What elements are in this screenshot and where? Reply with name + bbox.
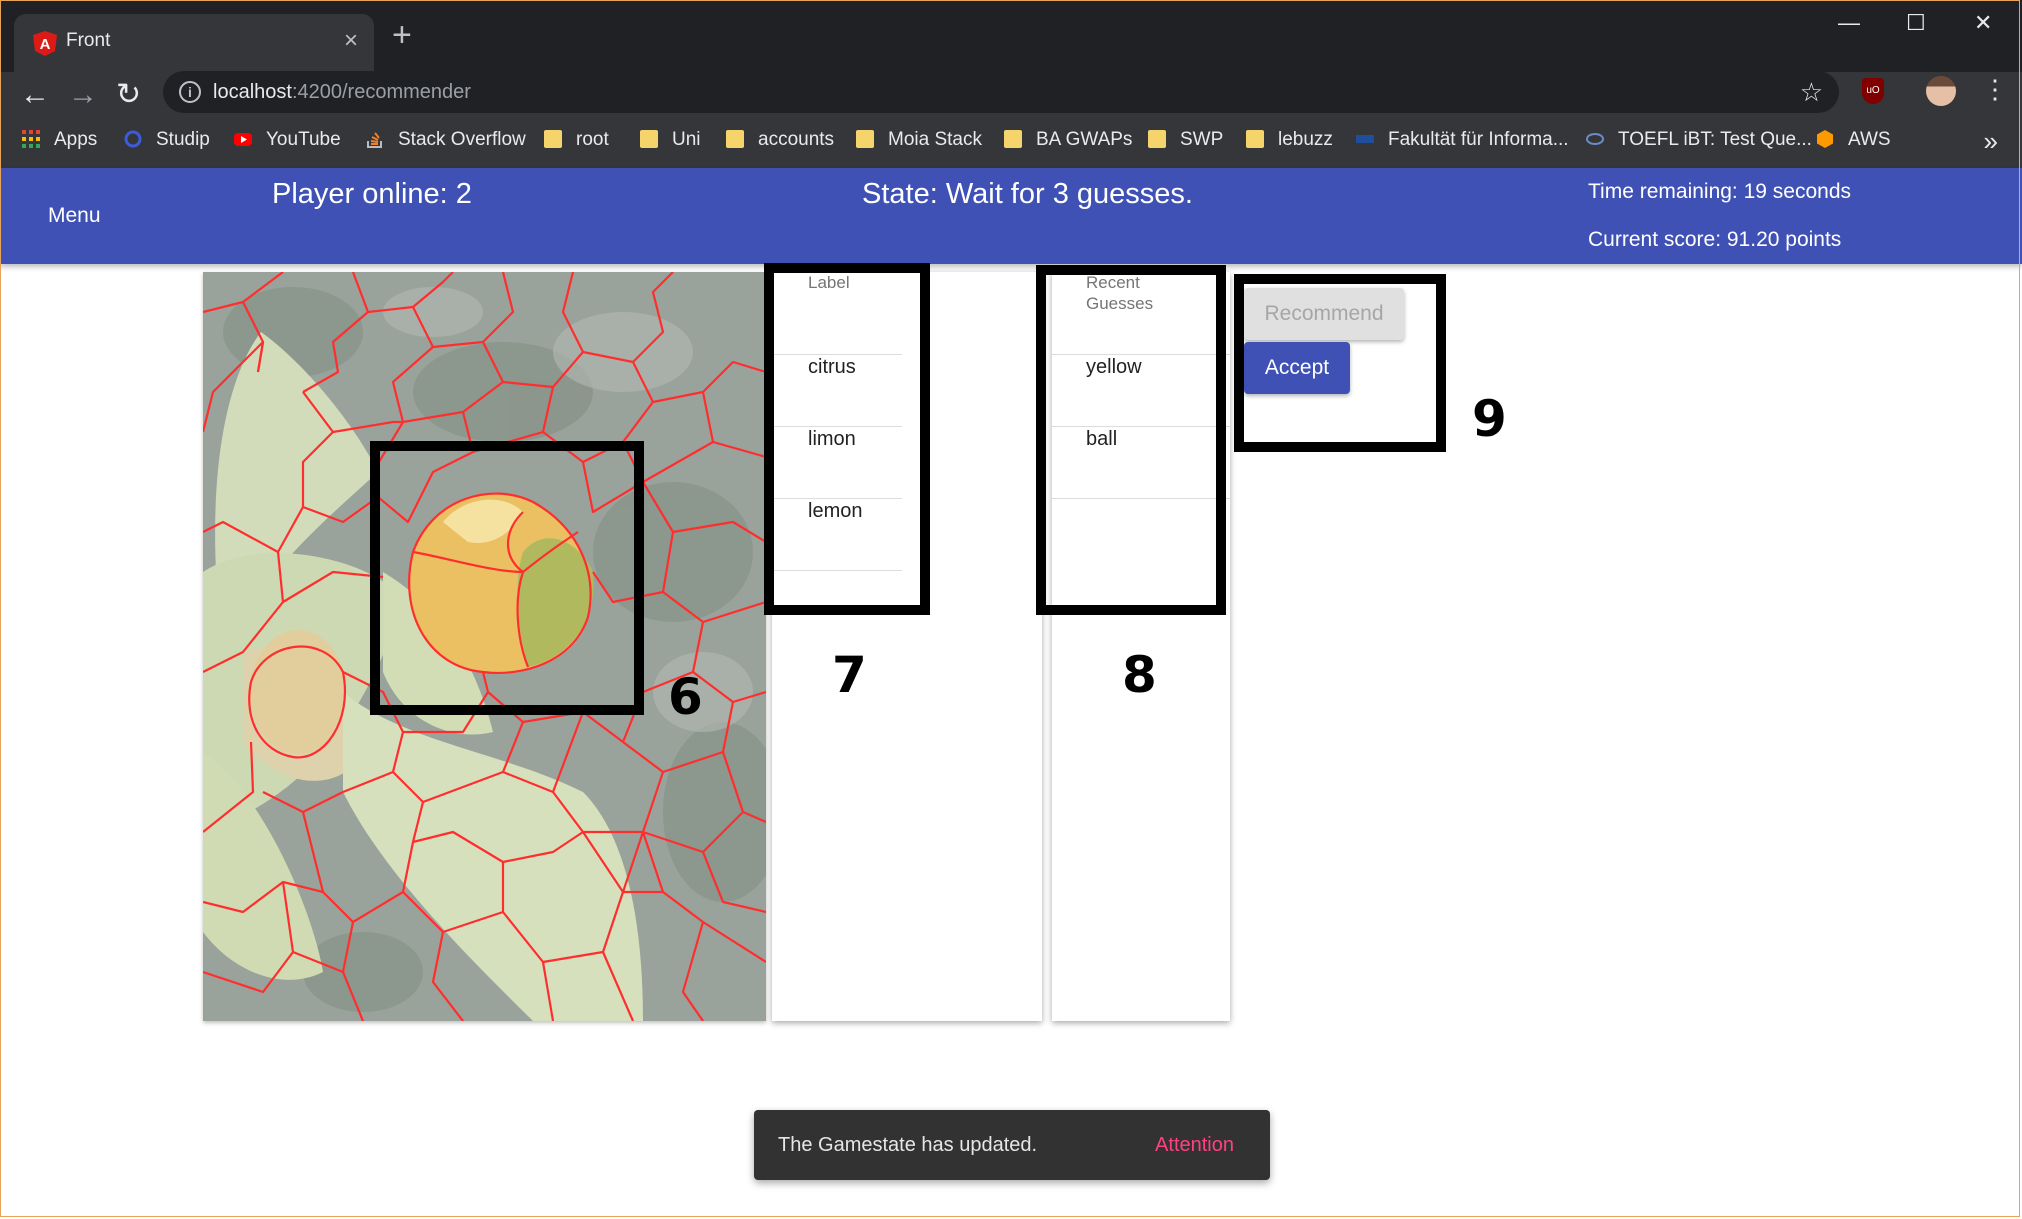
window-border bbox=[0, 0, 2020, 1217]
